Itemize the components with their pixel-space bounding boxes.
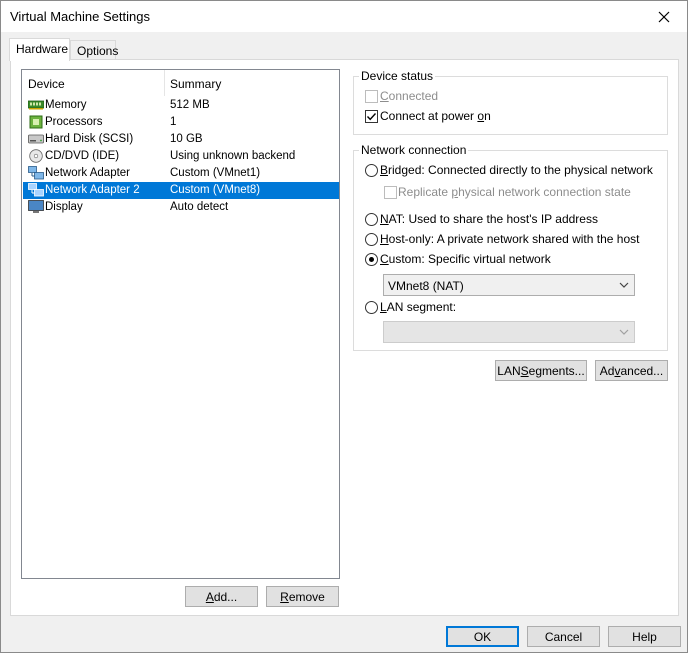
network-adapter-icon [28, 183, 44, 197]
close-icon [658, 11, 670, 22]
device-row-hard-disk[interactable]: Hard Disk (SCSI) 10 GB [23, 131, 339, 148]
radio-selected-dot [369, 257, 374, 262]
hard-disk-icon [28, 134, 44, 144]
lan-segments-prefix: LAN [497, 363, 521, 378]
cancel-button[interactable]: Cancel [527, 626, 600, 647]
device-row-memory[interactable]: Memory 512 MB [23, 97, 339, 114]
device-summary: 512 MB [170, 99, 210, 111]
close-button[interactable] [641, 1, 687, 32]
device-name: Network Adapter 2 [45, 184, 140, 196]
column-header-device[interactable]: Device [28, 77, 65, 91]
bridged-radio[interactable] [365, 164, 378, 177]
device-row-network-adapter[interactable]: Network Adapter Custom (VMnet1) [23, 165, 339, 182]
device-name: CD/DVD (IDE) [45, 150, 120, 162]
custom-radio[interactable] [365, 253, 378, 266]
window-title: Virtual Machine Settings [10, 9, 150, 24]
device-summary: Using unknown backend [170, 150, 296, 162]
host-only-label: Host-only: A private network shared with… [380, 232, 640, 246]
tab-options[interactable]: Options [70, 40, 119, 61]
remove-button[interactable]: Remove [266, 586, 339, 607]
device-row-processors[interactable]: Processors 1 [23, 114, 339, 131]
tab-options-label: Options [77, 44, 119, 58]
advanced-button[interactable]: Ad v anced... [595, 360, 668, 381]
host-only-radio[interactable] [365, 233, 378, 246]
device-summary: 10 GB [170, 133, 203, 145]
add-button[interactable]: Add... [185, 586, 258, 607]
display-icon [28, 200, 44, 213]
connected-checkbox[interactable] [365, 90, 378, 103]
device-name: Processors [45, 116, 103, 128]
connect-at-power-on-checkbox[interactable] [365, 110, 378, 123]
column-header-summary[interactable]: Summary [170, 77, 221, 91]
replicate-state-checkbox[interactable] [384, 186, 397, 199]
lan-segment-radio[interactable] [365, 301, 378, 314]
add-label-mnemonic: A [205, 589, 214, 604]
lan-segments-mnemonic: S [520, 363, 529, 378]
lan-segment-label: LAN segment: [380, 300, 457, 314]
virtual-machine-settings-window: Virtual Machine Settings Hardware Option… [0, 0, 688, 653]
device-row-cd-dvd[interactable]: CD/DVD (IDE) Using unknown backend [23, 148, 339, 165]
network-adapter-icon [28, 166, 44, 180]
processor-icon [29, 115, 43, 129]
nat-label: NAT: Used to share the host's IP address [380, 212, 598, 226]
advanced-suffix: anced... [620, 363, 664, 378]
connected-label: Connected [380, 89, 439, 103]
device-name: Hard Disk (SCSI) [45, 133, 134, 145]
device-summary: 1 [170, 116, 177, 128]
ok-button[interactable]: OK [446, 626, 519, 647]
device-name: Network Adapter [45, 167, 131, 179]
lan-segments-button[interactable]: LAN Segments... [495, 360, 587, 381]
title-bar[interactable]: Virtual Machine Settings [1, 1, 687, 32]
device-list[interactable]: Device Summary Memory 512 MB Processors … [21, 69, 340, 579]
advanced-prefix: Ad [599, 363, 615, 378]
device-summary: Auto detect [170, 201, 229, 213]
network-connection-title: Network connection [359, 143, 469, 157]
device-row-display[interactable]: Display Auto detect [23, 199, 339, 216]
device-name: Memory [45, 99, 87, 111]
cd-dvd-icon [29, 149, 43, 163]
tab-hardware[interactable]: Hardware [9, 38, 70, 61]
chevron-down-icon [619, 329, 629, 335]
custom-network-value: VMnet8 (NAT) [388, 279, 464, 293]
nat-radio[interactable] [365, 213, 378, 226]
device-name: Display [45, 201, 83, 213]
device-status-title: Device status [359, 69, 436, 83]
remove-label-mnemonic: R [280, 589, 289, 604]
add-label-suffix: dd... [213, 589, 238, 604]
lan-segment-select[interactable] [383, 321, 635, 343]
lan-segments-suffix: egments... [528, 363, 585, 378]
chevron-down-icon [619, 282, 629, 288]
device-row-network-adapter-2[interactable]: Network Adapter 2 Custom (VMnet8) [23, 182, 339, 199]
replicate-state-label: Replicate physical network connection st… [398, 185, 631, 199]
device-status-group [353, 76, 668, 135]
help-button[interactable]: Help [608, 626, 681, 647]
memory-icon [28, 100, 44, 110]
connect-at-power-on-label: Connect at power on [380, 109, 491, 123]
device-summary: Custom (VMnet1) [170, 167, 261, 179]
device-summary: Custom (VMnet8) [170, 184, 261, 196]
custom-network-select[interactable]: VMnet8 (NAT) [383, 274, 635, 296]
bridged-label: Bridged: Connected directly to the physi… [380, 163, 653, 177]
tab-hardware-label: Hardware [16, 42, 69, 56]
custom-label: Custom: Specific virtual network [380, 252, 551, 266]
remove-label-suffix: emove [288, 589, 325, 604]
column-divider[interactable] [164, 70, 165, 96]
checkmark-icon [366, 113, 377, 121]
